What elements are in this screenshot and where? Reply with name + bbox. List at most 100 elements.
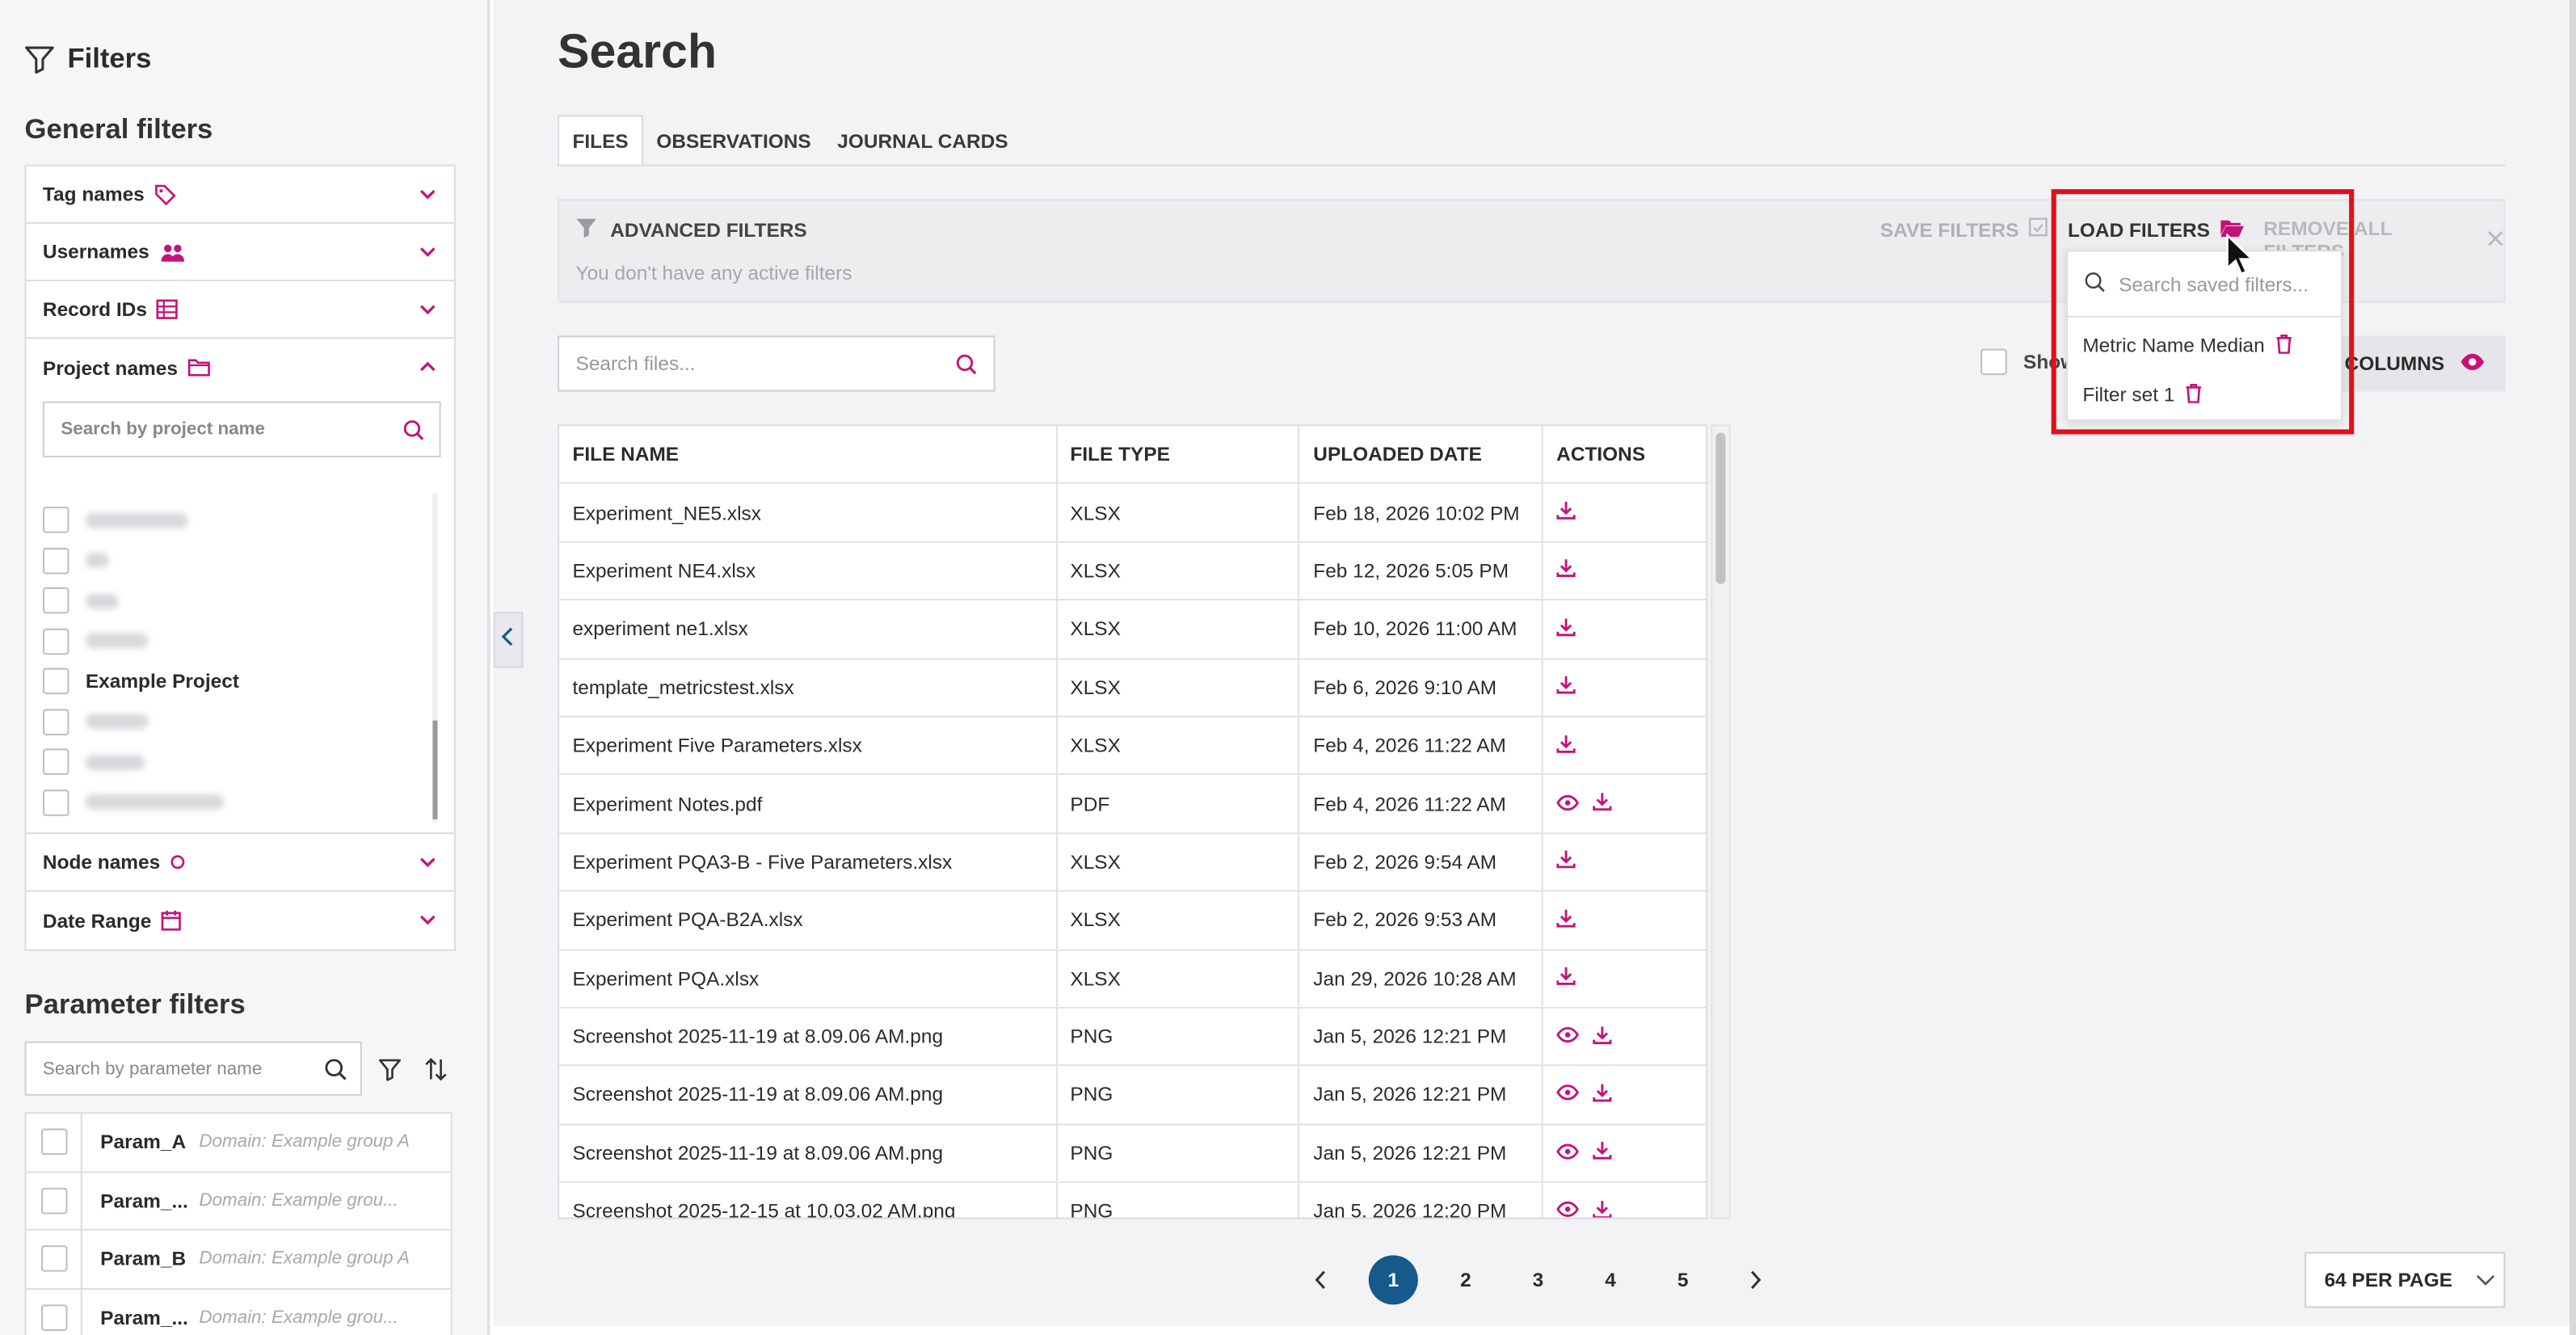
advanced-filters-toggle[interactable]: ADVANCED FILTERS (576, 217, 807, 244)
table-row[interactable]: experiment ne1.xlsx XLSX Feb 10, 2026 11:0… (559, 600, 1707, 659)
parameter-row[interactable]: Param_B Domain: Example group A (26, 1230, 451, 1290)
checkbox[interactable] (42, 628, 69, 655)
accordion-label[interactable]: Project names (43, 357, 178, 381)
prev-page-button[interactable] (1296, 1255, 1345, 1304)
download-icon[interactable] (1556, 617, 1576, 642)
parameter-row[interactable]: Param_A Domain: Example group A (26, 1114, 451, 1173)
per-page-select[interactable]: 64 PER PAGE (2305, 1252, 2506, 1308)
checkbox[interactable] (40, 1129, 67, 1156)
table-row[interactable]: Experiment PQA3-B - Five Parameters.xlsx… (559, 833, 1707, 892)
checkbox[interactable] (42, 789, 69, 816)
table-row[interactable]: Experiment_NE5.xlsx XLSX Feb 18, 2026 10:0… (559, 484, 1707, 543)
parameter-row[interactable]: Param_... Domain: Example grou... (26, 1172, 451, 1231)
tabs: FILES OBSERVATIONS JOURNAL CARDS (558, 115, 1021, 166)
checkbox[interactable] (42, 668, 69, 695)
project-item-example[interactable]: Example Project (42, 661, 441, 701)
cell-uploaded-date: Feb 2, 2026 9:53 AM (1300, 891, 1543, 949)
filter-icon[interactable] (378, 1058, 402, 1089)
download-icon[interactable] (1593, 1024, 1612, 1049)
chevron-up-icon[interactable] (418, 357, 437, 382)
sort-icon[interactable] (424, 1058, 448, 1089)
eye-icon[interactable] (1556, 1084, 1580, 1107)
chevron-down-icon[interactable] (418, 300, 437, 325)
tab-files[interactable]: FILES (558, 115, 644, 166)
project-item[interactable] (42, 541, 441, 581)
page-button-4[interactable]: 4 (1586, 1255, 1635, 1304)
cell-file-name: Screenshot 2025-11-19 at 8.09.06 AM.png (559, 1008, 1058, 1065)
download-icon[interactable] (1556, 558, 1576, 583)
chevron-down-icon[interactable] (418, 184, 437, 209)
eye-icon[interactable] (1556, 1200, 1580, 1218)
accordion-tag-names[interactable]: Tag names (26, 166, 454, 224)
save-filters-button[interactable]: SAVE FILTERS (1880, 217, 2048, 242)
project-list-scrollbar[interactable] (432, 493, 438, 823)
checkbox[interactable] (42, 507, 69, 534)
blurred-label (85, 634, 149, 649)
accordion-date-range[interactable]: Date Range (27, 891, 454, 949)
table-row[interactable]: Experiment PQA.xlsx XLSX Jan 29, 2026 10:2… (559, 950, 1707, 1009)
chevron-down-icon[interactable] (418, 242, 437, 267)
eye-icon[interactable] (1556, 1025, 1580, 1048)
header-file-name[interactable]: FILE NAME (559, 426, 1058, 483)
page-button-1[interactable]: 1 (1368, 1255, 1418, 1305)
checkbox[interactable] (42, 547, 69, 574)
chevron-down-icon[interactable] (418, 853, 437, 878)
table-row[interactable]: Screenshot 2025-11-19 at 8.09.06 AM.png P… (559, 1124, 1707, 1183)
eye-icon[interactable] (1556, 1142, 1580, 1165)
accordion-record-ids[interactable]: Record IDs (26, 281, 454, 339)
page-button-3[interactable]: 3 (1513, 1255, 1563, 1304)
chevron-down-icon[interactable] (418, 910, 437, 935)
accordion-usernames[interactable]: Usernames (26, 224, 454, 282)
download-icon[interactable] (1556, 675, 1576, 700)
table-scrollbar[interactable] (1711, 424, 1731, 1219)
checkbox[interactable] (40, 1245, 67, 1273)
checkbox[interactable] (42, 708, 69, 735)
project-item[interactable] (42, 500, 441, 541)
project-search-input[interactable]: Search by project name (42, 401, 441, 457)
page-button-2[interactable]: 2 (1441, 1255, 1490, 1304)
file-search-input[interactable]: Search files... (558, 335, 995, 392)
tab-observations[interactable]: OBSERVATIONS (643, 116, 824, 166)
table-row[interactable]: Screenshot 2025-11-19 at 8.09.06 AM.png P… (559, 1066, 1707, 1125)
download-icon[interactable] (1593, 791, 1612, 816)
download-icon[interactable] (1593, 1083, 1612, 1108)
project-item[interactable] (42, 742, 441, 782)
download-icon[interactable] (1556, 849, 1576, 874)
cell-actions (1543, 1183, 1706, 1218)
checkbox[interactable] (40, 1304, 67, 1332)
table-row[interactable]: Experiment NE4.xlsx XLSX Feb 12, 2026 5:05… (559, 542, 1707, 601)
download-icon[interactable] (1556, 908, 1576, 933)
header-uploaded-date[interactable]: UPLOADED DATE (1300, 426, 1543, 483)
table-row[interactable]: Experiment Notes.pdf PDF Feb 4, 2026 11:22… (559, 775, 1707, 834)
next-page-button[interactable] (1731, 1255, 1780, 1304)
show-checkbox[interactable] (1980, 348, 2007, 376)
collapse-sidebar-button[interactable] (493, 612, 524, 668)
tab-journal-cards[interactable]: JOURNAL CARDS (824, 116, 1021, 166)
table-row[interactable]: Experiment PQA-B2A.xlsx XLSX Feb 2, 2026 9… (559, 891, 1707, 950)
accordion-node-names[interactable]: Node names (26, 834, 454, 892)
parameter-row[interactable]: Param_... Domain: Example grou... (27, 1289, 451, 1335)
download-icon[interactable] (1593, 1141, 1612, 1166)
download-icon[interactable] (1593, 1199, 1612, 1218)
page-button-5[interactable]: 5 (1658, 1255, 1707, 1304)
checkbox[interactable] (42, 748, 69, 776)
table-row[interactable]: Screenshot 2025-11-19 at 8.09.06 AM.png P… (559, 1008, 1707, 1067)
users-icon (159, 241, 186, 262)
project-item[interactable] (42, 581, 441, 621)
header-file-type[interactable]: FILE TYPE (1057, 426, 1301, 483)
download-icon[interactable] (1556, 733, 1576, 758)
mouse-cursor-icon (2225, 232, 2255, 284)
project-item[interactable] (42, 701, 441, 742)
project-item[interactable] (42, 782, 441, 823)
download-icon[interactable] (1556, 966, 1576, 991)
download-icon[interactable] (1556, 500, 1576, 525)
parameter-search-input[interactable]: Search by parameter name (24, 1041, 362, 1096)
table-row[interactable]: Screenshot 2025-12-15 at 10.03.02 AM.png… (559, 1182, 1706, 1218)
table-row[interactable]: Experiment Five Parameters.xlsx XLSX Feb 4… (559, 717, 1707, 776)
checkbox[interactable] (40, 1187, 67, 1214)
eye-icon[interactable] (1556, 792, 1580, 815)
project-item[interactable] (42, 621, 441, 662)
table-row[interactable]: template_metricstest.xlsx XLSX Feb 6, 2026… (559, 659, 1707, 718)
checkbox[interactable] (42, 587, 69, 614)
cell-actions (1543, 659, 1706, 715)
